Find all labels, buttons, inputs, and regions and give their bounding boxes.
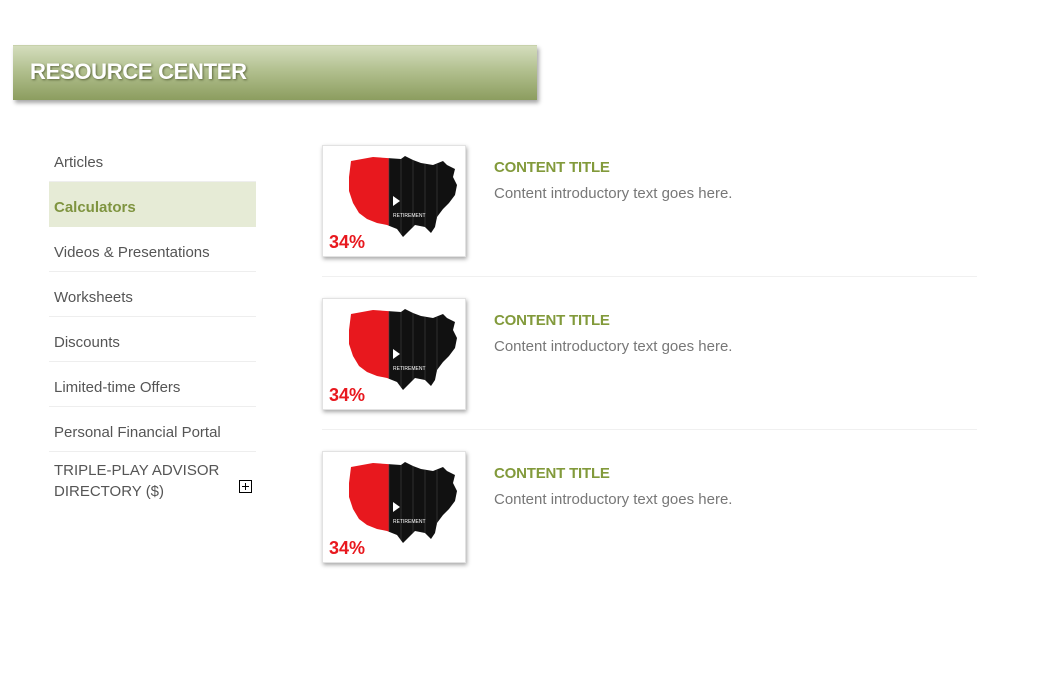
video-thumbnail[interactable]: RETIREMENT 34%	[322, 145, 466, 257]
sidebar-item-worksheets[interactable]: Worksheets	[49, 272, 256, 317]
resource-center-banner: RESOURCE CENTER	[13, 45, 537, 100]
map-graphic: RETIREMENT 34%	[329, 309, 457, 404]
sidebar-item-advisor-directory[interactable]: TRIPLE-PLAY ADVISOR DIRECTORY ($)	[49, 452, 256, 508]
video-thumbnail[interactable]: RETIREMENT 34%	[322, 298, 466, 410]
sidebar-nav: Articles Calculators Videos & Presentati…	[49, 137, 256, 508]
video-thumbnail[interactable]: RETIREMENT 34%	[322, 451, 466, 563]
map-graphic: RETIREMENT 34%	[329, 156, 457, 251]
content-divider	[322, 429, 977, 430]
content-title[interactable]: CONTENT TITLE	[494, 159, 610, 176]
sidebar-item-label: Discounts	[54, 334, 120, 351]
thumbnail-caption: RETIREMENT	[393, 366, 426, 372]
sidebar-item-articles[interactable]: Articles	[49, 137, 256, 182]
thumbnail-percent: 34%	[329, 232, 365, 251]
content-title[interactable]: CONTENT TITLE	[494, 465, 610, 482]
content-title[interactable]: CONTENT TITLE	[494, 312, 610, 329]
sidebar-item-videos-presentations[interactable]: Videos & Presentations	[49, 227, 256, 272]
sidebar-item-limited-time-offers[interactable]: Limited-time Offers	[49, 362, 256, 407]
thumbnail-caption: RETIREMENT	[393, 519, 426, 525]
sidebar-item-label: Personal Financial Portal	[54, 424, 221, 441]
resource-center-page: RESOURCE CENTER Articles Calculators Vid…	[0, 0, 1047, 688]
sidebar-item-label: Articles	[54, 154, 104, 171]
content-divider	[322, 276, 977, 277]
content-item: RETIREMENT 34% CONTENT TITLE Content intr…	[322, 298, 977, 430]
map-graphic: RETIREMENT 34%	[329, 462, 457, 557]
page-title: RESOURCE CENTER	[30, 59, 247, 84]
sidebar-item-label: Worksheets	[54, 289, 133, 306]
plus-box-icon[interactable]	[239, 480, 252, 493]
sidebar-item-discounts[interactable]: Discounts	[49, 317, 256, 362]
sidebar-item-label: Limited-time Offers	[54, 379, 181, 396]
sidebar-item-personal-financial-portal[interactable]: Personal Financial Portal	[49, 407, 256, 452]
sidebar-item-label: Calculators	[54, 199, 136, 216]
content-item: RETIREMENT 34% CONTENT TITLE Content intr…	[322, 145, 977, 277]
sidebar-item-label: Videos & Presentations	[54, 244, 210, 261]
content-intro-text: Content introductory text goes here.	[494, 491, 733, 508]
sidebar-item-label: TRIPLE-PLAY ADVISOR DIRECTORY ($)	[54, 462, 220, 500]
thumbnail-caption: RETIREMENT	[393, 213, 426, 219]
content-intro-text: Content introductory text goes here.	[494, 338, 733, 355]
thumbnail-percent: 34%	[329, 385, 365, 404]
content-item: RETIREMENT 34% CONTENT TITLE Content intr…	[322, 451, 977, 571]
content-intro-text: Content introductory text goes here.	[494, 185, 733, 202]
sidebar-item-calculators[interactable]: Calculators	[49, 182, 256, 227]
thumbnail-percent: 34%	[329, 538, 365, 557]
